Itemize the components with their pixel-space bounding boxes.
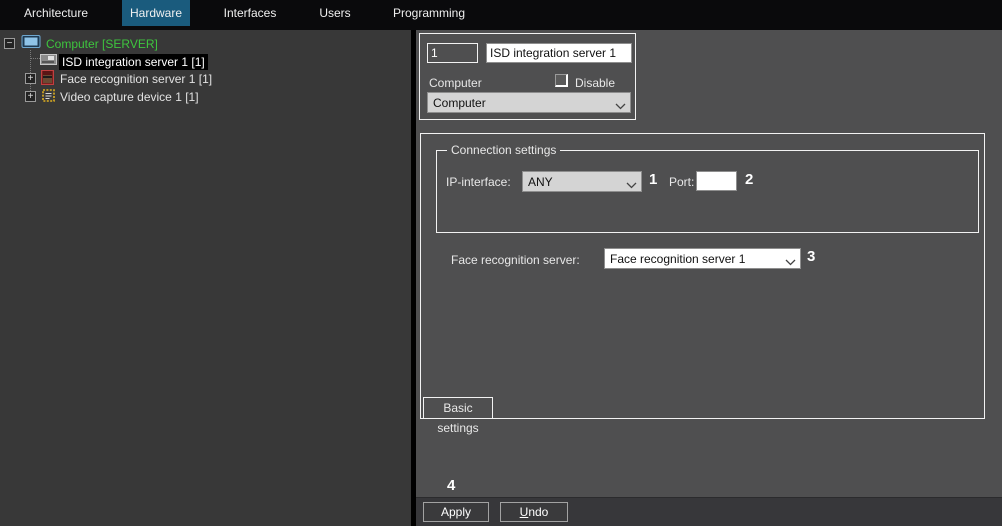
device-tree-panel: − Computer [SERVER] ISD integration serv…	[0, 30, 411, 526]
object-name-field[interactable]	[486, 43, 632, 63]
tree-connector-line	[31, 58, 40, 59]
collapse-icon[interactable]: −	[4, 38, 15, 49]
parent-computer-dropdown[interactable]: Computer	[427, 92, 631, 113]
face-server-value: Face recognition server 1	[610, 252, 745, 266]
settings-area: Connection settings IP-interface: ANY 1 …	[420, 133, 985, 419]
tab-architecture[interactable]: Architecture	[8, 0, 104, 26]
connection-settings-title: Connection settings	[447, 143, 560, 157]
tree-item-isd-integration-server[interactable]: ISD integration server 1 [1]	[59, 54, 208, 70]
application-window: Architecture Hardware Interfaces Users P…	[0, 0, 1002, 526]
callout-marker-2: 2	[745, 171, 753, 188]
callout-marker-4: 4	[447, 477, 455, 494]
computer-icon	[21, 35, 41, 53]
tab-interfaces[interactable]: Interfaces	[205, 0, 295, 26]
tree-item-computer-server[interactable]: Computer [SERVER]	[46, 37, 158, 51]
identity-box: Computer Disable Computer	[419, 33, 636, 120]
callout-marker-3: 3	[807, 248, 815, 265]
disable-checkbox[interactable]	[555, 74, 568, 87]
callout-marker-1: 1	[649, 171, 657, 188]
expand-icon[interactable]: +	[25, 91, 36, 102]
undo-button[interactable]: Undo	[500, 502, 568, 522]
footer-strip: Apply Undo	[416, 497, 1002, 526]
top-tab-bar: Architecture Hardware Interfaces Users P…	[0, 0, 1002, 30]
apply-button-label: Apply	[424, 505, 488, 519]
undo-button-label: Undo	[501, 505, 567, 519]
face-server-icon	[41, 70, 54, 88]
ip-interface-value: ANY	[528, 175, 553, 189]
parent-computer-value: Computer	[433, 96, 486, 110]
tab-basic-settings[interactable]: Basic settings	[423, 397, 493, 419]
chevron-down-icon	[615, 99, 626, 113]
parent-type-label: Computer	[429, 76, 482, 90]
port-label: Port:	[669, 175, 694, 189]
tab-programming[interactable]: Programming	[385, 0, 473, 26]
capture-device-icon	[41, 88, 56, 106]
chevron-down-icon	[785, 255, 796, 269]
tree-item-video-capture-device[interactable]: Video capture device 1 [1]	[60, 90, 199, 104]
tree-item-face-recognition-server[interactable]: Face recognition server 1 [1]	[60, 72, 212, 86]
object-id-field[interactable]	[427, 43, 478, 63]
ip-interface-label: IP-interface:	[446, 175, 511, 189]
ip-interface-dropdown[interactable]: ANY	[522, 171, 642, 192]
face-server-label: Face recognition server:	[451, 253, 580, 267]
settings-panel: Computer Disable Computer Connection set…	[416, 30, 1002, 526]
tab-hardware[interactable]: Hardware	[122, 0, 190, 26]
integration-server-icon	[40, 53, 57, 69]
connection-settings-group: Connection settings IP-interface: ANY 1 …	[436, 150, 979, 233]
port-field[interactable]	[696, 171, 737, 191]
face-server-dropdown[interactable]: Face recognition server 1	[604, 248, 801, 269]
tab-users[interactable]: Users	[300, 0, 370, 26]
chevron-down-icon	[626, 178, 637, 192]
apply-button[interactable]: Apply	[423, 502, 489, 522]
expand-icon[interactable]: +	[25, 73, 36, 84]
disable-label: Disable	[575, 76, 615, 90]
